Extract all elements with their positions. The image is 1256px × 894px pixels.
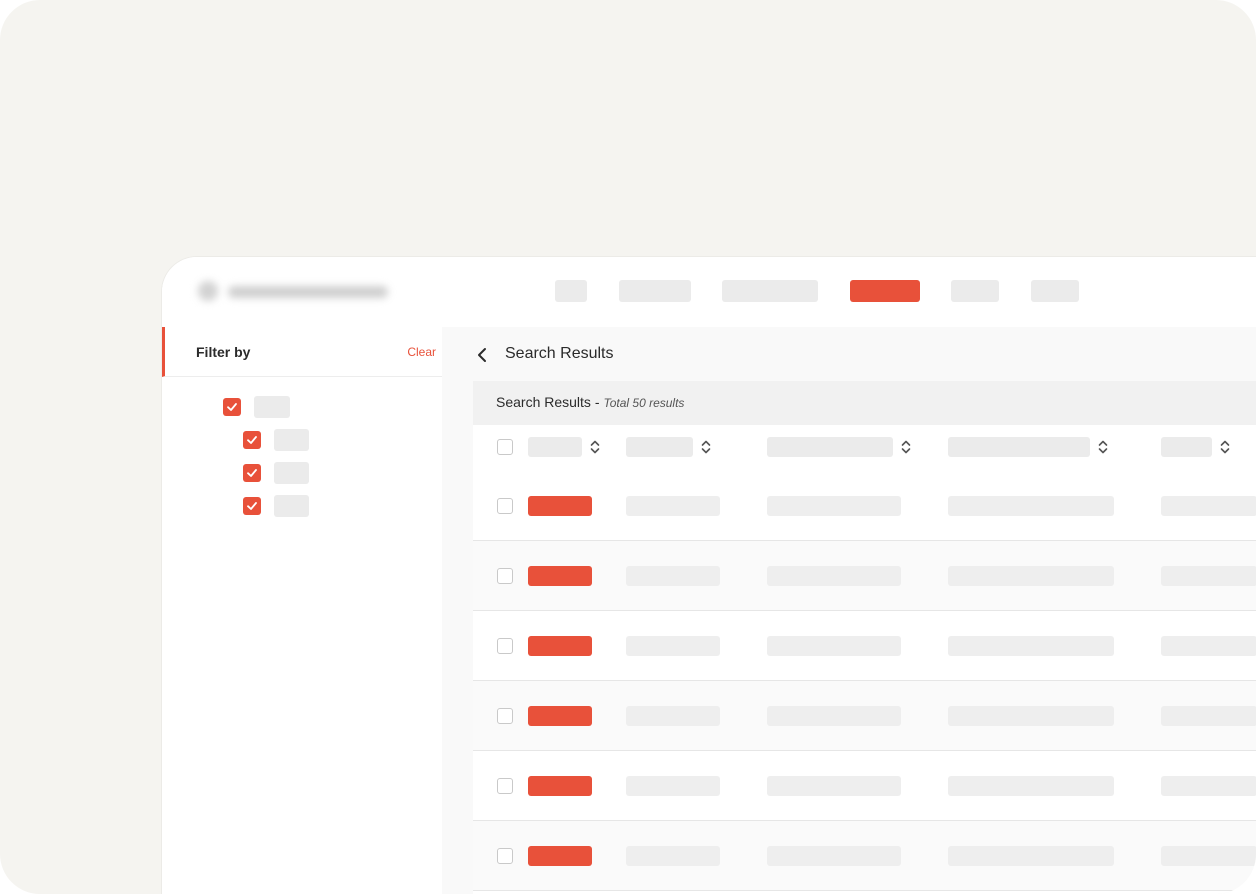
row-cell bbox=[626, 566, 720, 586]
nav-item-5[interactable] bbox=[951, 280, 999, 302]
sort-updown-icon[interactable] bbox=[1219, 438, 1231, 456]
row-checkbox[interactable] bbox=[497, 638, 513, 654]
row-cell bbox=[948, 636, 1114, 656]
filter-sidebar: Filter by Clear bbox=[162, 327, 442, 894]
filter-parent-label bbox=[254, 396, 290, 418]
row-cell bbox=[626, 776, 720, 796]
row-status-tag[interactable] bbox=[528, 846, 592, 866]
column-header-4[interactable] bbox=[948, 437, 1090, 457]
results-table: Search Results - Total 50 results bbox=[473, 381, 1256, 894]
row-cell bbox=[1161, 636, 1256, 656]
row-cell bbox=[948, 496, 1114, 516]
nav-item-1[interactable] bbox=[555, 280, 587, 302]
main-content: Search Results Search Results - Total 50 … bbox=[442, 327, 1256, 894]
select-all-checkbox[interactable] bbox=[497, 439, 513, 455]
sort-updown-icon[interactable] bbox=[900, 438, 912, 456]
row-status-tag[interactable] bbox=[528, 706, 592, 726]
row-cell bbox=[1161, 706, 1256, 726]
nav-item-2[interactable] bbox=[619, 280, 691, 302]
sort-updown-icon[interactable] bbox=[1097, 438, 1109, 456]
sort-updown-icon[interactable] bbox=[700, 438, 712, 456]
table-row[interactable] bbox=[473, 471, 1256, 541]
check-icon bbox=[227, 403, 237, 411]
row-status-tag[interactable] bbox=[528, 636, 592, 656]
page-title: Search Results bbox=[505, 345, 614, 362]
table-row[interactable] bbox=[473, 541, 1256, 611]
clear-filters-link[interactable]: Clear bbox=[407, 345, 436, 359]
row-cell bbox=[1161, 846, 1256, 866]
row-status-tag[interactable] bbox=[528, 496, 592, 516]
row-checkbox[interactable] bbox=[497, 778, 513, 794]
filter-child-checkbox-3[interactable] bbox=[243, 497, 261, 515]
filter-child-checkbox-1[interactable] bbox=[243, 431, 261, 449]
filter-title: Filter by bbox=[196, 344, 251, 360]
row-checkbox[interactable] bbox=[497, 498, 513, 514]
results-count: Total 50 results bbox=[603, 396, 685, 410]
row-cell bbox=[767, 496, 901, 516]
check-icon bbox=[247, 502, 257, 510]
row-cell bbox=[948, 706, 1114, 726]
row-cell bbox=[767, 566, 901, 586]
table-row[interactable] bbox=[473, 821, 1256, 891]
chevron-left-icon[interactable] bbox=[474, 345, 490, 365]
row-cell bbox=[767, 846, 901, 866]
row-cell bbox=[1161, 776, 1256, 796]
column-header-5[interactable] bbox=[1161, 437, 1212, 457]
sort-updown-icon[interactable] bbox=[589, 438, 601, 456]
top-nav-bar bbox=[162, 257, 1256, 327]
brand-logo[interactable] bbox=[198, 279, 398, 305]
column-header-3[interactable] bbox=[767, 437, 893, 457]
check-icon bbox=[247, 469, 257, 477]
row-cell bbox=[1161, 496, 1256, 516]
results-title-text: Search Results - bbox=[496, 394, 600, 410]
filter-header: Filter by Clear bbox=[162, 327, 442, 377]
row-cell bbox=[626, 846, 720, 866]
row-status-tag[interactable] bbox=[528, 566, 592, 586]
row-checkbox[interactable] bbox=[497, 708, 513, 724]
background-frame: Filter by Clear Search Results Search Re… bbox=[0, 0, 1256, 894]
row-cell bbox=[767, 636, 901, 656]
filter-child-label-2 bbox=[274, 462, 309, 484]
results-header: Search Results - Total 50 results bbox=[473, 381, 1256, 425]
row-cell bbox=[767, 706, 901, 726]
results-title: Search Results - Total 50 results bbox=[496, 394, 684, 410]
row-cell bbox=[626, 706, 720, 726]
row-status-tag[interactable] bbox=[528, 776, 592, 796]
nav-item-active[interactable] bbox=[850, 280, 920, 302]
logo-mark-icon bbox=[198, 281, 218, 301]
app-window: Filter by Clear Search Results Search Re… bbox=[161, 256, 1256, 894]
column-header-1[interactable] bbox=[528, 437, 582, 457]
row-cell bbox=[767, 776, 901, 796]
row-cell bbox=[626, 636, 720, 656]
row-checkbox[interactable] bbox=[497, 568, 513, 584]
row-cell bbox=[948, 846, 1114, 866]
table-row[interactable] bbox=[473, 751, 1256, 821]
check-icon bbox=[247, 436, 257, 444]
row-checkbox[interactable] bbox=[497, 848, 513, 864]
row-cell bbox=[626, 496, 720, 516]
table-header-row bbox=[473, 425, 1256, 471]
row-cell bbox=[1161, 566, 1256, 586]
nav-item-6[interactable] bbox=[1031, 280, 1079, 302]
nav-item-3[interactable] bbox=[722, 280, 818, 302]
table-row[interactable] bbox=[473, 611, 1256, 681]
filter-parent-checkbox[interactable] bbox=[223, 398, 241, 416]
filter-child-checkbox-2[interactable] bbox=[243, 464, 261, 482]
column-header-2[interactable] bbox=[626, 437, 693, 457]
filter-child-label-3 bbox=[274, 495, 309, 517]
logo-wordmark bbox=[228, 286, 388, 298]
filter-child-label-1 bbox=[274, 429, 309, 451]
row-cell bbox=[948, 776, 1114, 796]
row-cell bbox=[948, 566, 1114, 586]
table-row[interactable] bbox=[473, 681, 1256, 751]
